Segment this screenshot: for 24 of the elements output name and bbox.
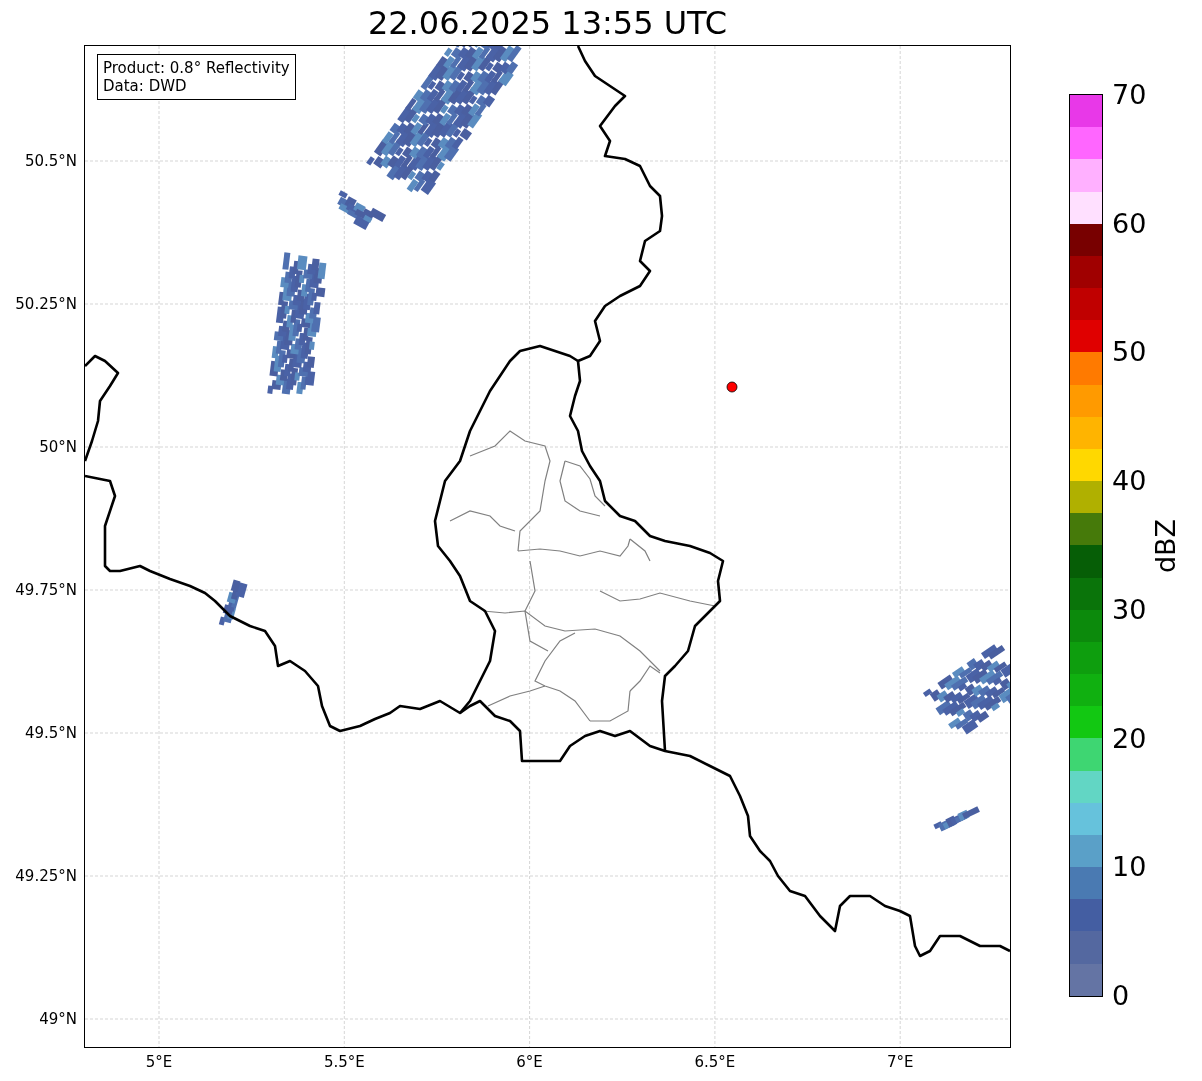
longitude-label: 6.5°E — [694, 1053, 736, 1071]
latitude-label: 49.25°N — [15, 867, 77, 885]
info-text: Product: 0.8° Reflectivity — [103, 59, 290, 77]
longitude-label: 5.5°E — [323, 1053, 365, 1071]
colorbar-label: dBZ — [1149, 518, 1181, 573]
latitude-label: 49.75°N — [15, 581, 77, 599]
colorbar-tick-label: 0 — [1112, 981, 1130, 1011]
longitude-label: 5°E — [145, 1053, 173, 1071]
info-text: Data: DWD — [103, 77, 188, 95]
colorbar-tick-label: 30 — [1112, 594, 1147, 625]
latitude-label: 50.5°N — [24, 152, 77, 170]
longitude-label: 6°E — [516, 1053, 543, 1071]
latitude-label: 49°N — [39, 1010, 77, 1028]
chart-title: 22.06.2025 13:55 UTC — [366, 3, 729, 44]
colorbar-tick-label: 20 — [1112, 723, 1147, 754]
latitude-label: 50°N — [39, 438, 77, 456]
colorbar-tick-label: 60 — [1112, 208, 1147, 239]
colorbar-tick-label: 70 — [1112, 80, 1147, 110]
longitude-label: 7°E — [886, 1053, 914, 1071]
colorbar-tick-label: 50 — [1112, 337, 1147, 368]
latitude-label: 50.25°N — [15, 295, 77, 313]
latitude-label: 49.5°N — [24, 724, 77, 742]
colorbar-tick-label: 40 — [1112, 466, 1147, 497]
colorbar-tick-label: 10 — [1112, 852, 1147, 883]
